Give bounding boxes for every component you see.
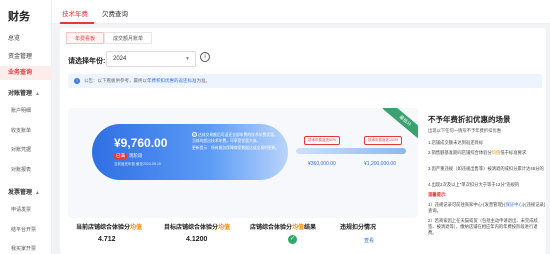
tip-2: 2）若商家因上在天猫或贸（包括主动申请退出、未完成续签、被清退等），缴纳店铺在相… — [428, 218, 538, 235]
panel-title: 不予年费折扣优惠的场景 — [428, 115, 511, 124]
stat-title-current: 当前店铺综合体验分均值 — [76, 222, 142, 231]
sidebar-item-bills[interactable]: 收支账单 — [0, 127, 52, 134]
subtab-monthly-bill[interactable]: 成交额月账单 — [104, 32, 153, 44]
stat-title-target: 目标店铺综合体验分均值 — [164, 222, 230, 231]
refund-date: 当前返还年费 截至2024-09-19 — [114, 162, 161, 166]
sidebar-item-business-query[interactable]: 业务查询 — [0, 66, 52, 80]
stat-title-text: 店铺综合体验分 — [250, 225, 293, 231]
notice-icon: ! — [74, 78, 80, 84]
stat-title-result: 店铺综合体验分均值结果 — [250, 222, 316, 231]
badge-tag: 已满 — [114, 153, 127, 159]
tip-1: 1）违规记录可前往商家中心-[发营管理]-[保证中心]-[违规记录]查询。 — [428, 202, 546, 214]
sidebar-group-invoices[interactable]: 发票管理 ▲ — [0, 187, 52, 196]
notice-suffix: 为准。 — [196, 78, 211, 83]
notice-bar: ! 公告：以下看板供参考，最终以年费积扣优惠的返还标准为准。 — [68, 74, 542, 88]
no-discount-scenarios: 不予年费折扣优惠的场景 出现以下任何一情形不予年费折扣优惠 1.店铺成交额未达到… — [424, 108, 546, 254]
sub-tabs: 年费看板 成交额月账单 — [66, 32, 153, 44]
desc-line-2: 更新提示：所有服务保障商家数据达成交易时更新。 — [192, 146, 280, 150]
sidebar-item-apply-invoice[interactable]: 申请发票 — [0, 206, 52, 213]
desc-line-1-text: 达成交易额后可返还全部年费的技术年费优惠，当前的超出技术年费，可享受优惠大体。 — [192, 133, 278, 143]
year-select-value: 2024 — [113, 56, 127, 62]
check-circle-icon: ✓ — [288, 235, 297, 244]
scenario-2: 2.销售额基准期间店铺综合体验分均值低于标准要求 — [428, 150, 546, 156]
sidebar-item-reports[interactable]: 对账报表 — [0, 166, 52, 173]
desc-line-1: ? 达成交易额后可返还全部年费的技术年费优惠，当前的超出技术年费，可享受优惠大体。 — [192, 132, 280, 144]
top-tabs: 技术年费 欠费查询 — [52, 0, 550, 24]
scenario-text: 2.销售额基准期间店铺综合体验分 — [428, 150, 492, 155]
subtab-fee-board[interactable]: 年费看板 — [66, 32, 105, 44]
warm-tip-label: 温馨提示: — [428, 192, 546, 198]
stat-title-violations: 违规扣分情况 — [340, 225, 377, 231]
sidebar-item-buyer-invoice[interactable]: 我买家开票 — [0, 245, 52, 252]
stat-title-text: 目标店铺综合体验分 — [164, 225, 219, 231]
stat-title-highlight: 均值 — [292, 225, 305, 231]
stat-title-highlight: 均值 — [218, 225, 231, 231]
sidebar-item-overview[interactable]: 总览 — [0, 33, 52, 42]
warm-tip-text: 温馨提示: — [428, 192, 447, 197]
year-select[interactable]: 2024 ▼ — [106, 51, 196, 67]
status-badge: 已满 现阶段 — [114, 153, 143, 159]
panel-subtitle: 出现以下任何一情形不予年费折扣优惠 — [428, 128, 502, 133]
tip-50-percent: 技术年费返还50% — [304, 136, 341, 145]
scenario-4: 4.出现2次及以上"单次扣分大于等于12分"违规的 — [428, 182, 520, 187]
badge-text: 现阶段 — [129, 153, 143, 158]
sidebar-title: 财务 — [8, 11, 30, 23]
progress-track — [296, 148, 406, 154]
stat-title-highlight: 均值 — [130, 225, 143, 231]
guarantee-center-link[interactable]: 保证中心 — [506, 202, 523, 207]
tab-tech-fee[interactable]: 技术年费 — [62, 8, 88, 18]
scenario-1: 1.店铺成交额未达到返还目标 — [428, 140, 484, 145]
fee-progress-card: 最低分 ¥9,760.00 已满 现阶段 当前返还年费 截至2024-09-19 … — [68, 108, 418, 218]
threshold-value-2: ¥1,200,000.00 — [364, 161, 396, 167]
experience-stats: 当前店铺综合体验分均值 4.712 目标店铺综合体验分均值 4.1200 店铺综… — [68, 222, 408, 254]
view-violations-link[interactable]: 查看 — [364, 237, 374, 244]
scenario-3: 3.因严重违规（如违规出售等）被清退的或扣分累计达48分的 — [428, 166, 544, 171]
stat-title-suffix: 结果 — [304, 225, 317, 231]
stat-value-current: 4.712 — [98, 236, 116, 243]
finance-app: 财务 总览 资金管理 业务查询 对账管理 ▲ 账户明细 收支账单 对账凭据 对账报… — [0, 0, 550, 254]
notice-link[interactable]: 年费积扣优惠的返还标准 — [147, 78, 197, 83]
sidebar-item-vouchers[interactable]: 对账凭据 — [0, 146, 52, 153]
info-icon[interactable]: i — [200, 52, 210, 62]
stat-value-target: 4.1200 — [186, 236, 208, 243]
sidebar: 财务 总览 资金管理 业务查询 对账管理 ▲ 账户明细 收支账单 对账凭据 对账报… — [0, 0, 52, 254]
chevron-up-icon: ▲ — [35, 190, 40, 196]
sidebar-group-label: 对账管理 — [8, 91, 33, 97]
tip-text: 1）违规记录可前往商家中心-[发营管理]-[ — [428, 202, 506, 207]
question-icon: ? — [192, 132, 197, 137]
chevron-down-icon: ▼ — [185, 56, 190, 62]
refund-amount-pill: ¥9,760.00 已满 现阶段 当前返还年费 截至2024-09-19 ? 达成交… — [92, 124, 288, 180]
sidebar-group-label: 发票管理 — [8, 190, 33, 196]
sidebar-item-funds[interactable]: 资金管理 — [0, 51, 52, 60]
notice-prefix: 公告：以下看板供参考，最终以 — [84, 78, 147, 83]
sidebar-item-platform-invoice[interactable]: 结平台开票 — [0, 226, 52, 233]
sidebar-group-reconciliation[interactable]: 对账管理 ▲ — [0, 88, 52, 97]
tip-100-percent: 技术年费返还100% — [364, 136, 402, 145]
active-tab-indicator — [60, 22, 94, 24]
year-filter-label: 请选择年份: — [68, 58, 106, 65]
main-content: 年费看板 成交额月账单 请选择年份: 2024 ▼ i ! 公告：以下看板供参考… — [60, 28, 546, 254]
refund-amount: ¥9,760.00 — [114, 136, 168, 150]
threshold-value-1: ¥360,000.00 — [308, 161, 336, 167]
scenario-text: 低于标准要求 — [500, 150, 527, 155]
sidebar-item-account-detail[interactable]: 账户明细 — [0, 107, 52, 114]
chevron-up-icon: ▲ — [35, 91, 40, 97]
stat-title-text: 当前店铺综合体验分 — [76, 225, 131, 231]
refund-description: ? 达成交易额后可返还全部年费的技术年费优惠，当前的超出技术年费，可享受优惠大体。… — [192, 132, 280, 152]
tab-arrears[interactable]: 欠费查询 — [102, 8, 128, 18]
